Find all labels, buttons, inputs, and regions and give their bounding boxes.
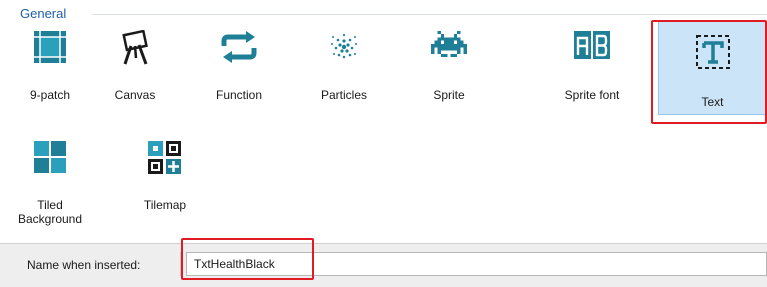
canvas-easel-icon — [95, 30, 175, 70]
object-tile-tilemap[interactable]: Tilemap — [125, 128, 205, 212]
object-label: Canvas — [114, 88, 156, 102]
object-tile-9-patch[interactable]: 9-patch — [10, 18, 90, 102]
object-label: Text — [701, 95, 724, 109]
object-tile-particles[interactable]: Particles — [304, 18, 384, 102]
object-tile-function[interactable]: Function — [199, 18, 279, 102]
tiled-background-icon — [10, 140, 90, 180]
object-label: Particles — [320, 88, 367, 102]
object-label: Sprite — [433, 88, 465, 102]
object-tile-sprite[interactable]: Sprite — [409, 18, 489, 102]
object-tile-sprite-font[interactable]: Sprite font — [552, 18, 632, 102]
sprite-invader-icon — [409, 30, 489, 70]
object-tile-canvas[interactable]: Canvas — [95, 18, 175, 102]
function-arrows-icon — [199, 30, 279, 70]
text-icon — [659, 34, 766, 74]
sprite-font-icon — [552, 30, 632, 70]
divider — [180, 252, 181, 276]
name-when-inserted-input[interactable] — [186, 252, 767, 276]
name-when-inserted-label: Name when inserted: — [27, 258, 141, 272]
particles-icon — [304, 30, 384, 70]
object-label: Tilemap — [143, 198, 187, 212]
name-bar: Name when inserted: — [0, 243, 767, 287]
object-label: Tiled Background — [17, 198, 83, 226]
object-label: 9-patch — [29, 88, 71, 102]
object-label: Sprite font — [564, 88, 620, 102]
tilemap-icon — [125, 140, 205, 180]
object-tile-tiled-background[interactable]: Tiled Background — [10, 128, 90, 236]
object-tile-text[interactable]: Text — [658, 21, 767, 115]
group-divider — [92, 14, 767, 15]
object-label: Function — [215, 88, 263, 102]
nine-patch-icon — [10, 30, 90, 70]
